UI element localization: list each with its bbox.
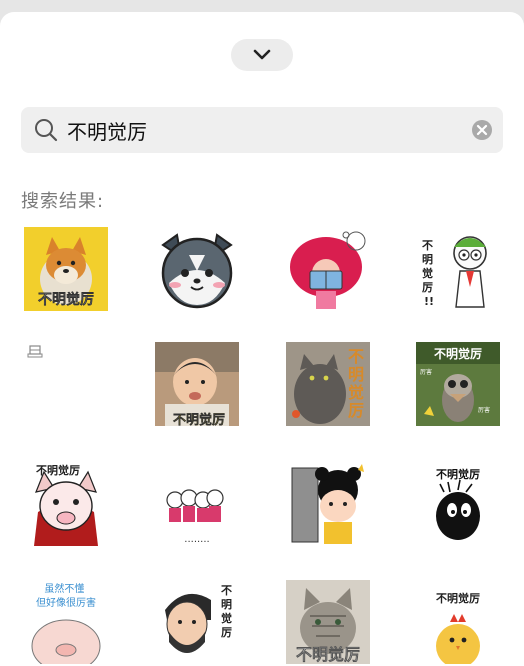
- emoji-search-sheet: 搜索结果: 不明觉厉: [0, 12, 524, 666]
- sticker-caption: 不明觉厉: [38, 291, 94, 308]
- search-icon: [35, 119, 58, 142]
- black-ghost-image: 不明觉厉: [416, 462, 500, 546]
- sticker-tag-left: 厉害: [420, 368, 432, 376]
- sticker-caption: 不明觉厉: [296, 645, 360, 664]
- sticker-tabby-cat[interactable]: 不明觉厉: [286, 580, 370, 664]
- ostrich-photo-image: 不明觉厉 厉害 厉害: [416, 342, 500, 426]
- sticker-child-photo[interactable]: 不明觉厉: [155, 342, 239, 426]
- broken-image-icon: [24, 342, 108, 426]
- cat-photo-image: 不明觉厉: [286, 342, 370, 426]
- sticker-husky-face[interactable]: [155, 227, 239, 311]
- child-photo-image: 不明觉厉: [155, 342, 239, 426]
- sticker-caption: 不明觉厉: [36, 463, 80, 477]
- sticker-pig[interactable]: 虽然不懂 但好像很厉害: [24, 580, 108, 664]
- sticker-tag-right: 厉害: [478, 406, 490, 414]
- sticker-caption: 不明觉厉: [221, 584, 232, 639]
- results-label: 搜索结果:: [21, 191, 105, 212]
- sticker-skeleton-group[interactable]: ........: [155, 462, 239, 546]
- sticker-caption: 不明觉厉: [436, 467, 480, 481]
- pig-image: 虽然不懂 但好像很厉害: [24, 580, 108, 664]
- afro-girl-reading-image: [286, 227, 370, 311]
- clear-icon[interactable]: [471, 119, 493, 141]
- sticker-broken-image[interactable]: [24, 342, 108, 426]
- collapse-button[interactable]: [231, 39, 293, 71]
- sticker-cat-photo[interactable]: 不明觉厉: [286, 342, 370, 426]
- husky-face-image: [155, 227, 239, 311]
- shiba-dog-image: 不明觉厉: [24, 227, 108, 311]
- sticker-cartoon-dog[interactable]: 不明觉厉: [24, 462, 108, 546]
- sticker-afro-girl-reading[interactable]: [286, 227, 370, 311]
- sticker-bearded-man[interactable]: 不明觉厉: [155, 580, 239, 664]
- sticker-caption: 不明觉厉: [436, 591, 480, 605]
- search-bar[interactable]: [21, 107, 503, 153]
- sticker-caption: 不明觉厉!!: [422, 239, 434, 308]
- peeking-girl-image: [286, 462, 370, 546]
- chevron-down-icon: [253, 49, 271, 60]
- skeleton-group-image: ........: [155, 462, 239, 546]
- search-input[interactable]: [67, 113, 457, 147]
- sticker-shiba-dog[interactable]: 不明觉厉: [24, 227, 108, 311]
- sticker-peeking-girl[interactable]: [286, 462, 370, 546]
- sticker-caption: ........: [184, 534, 209, 545]
- tabby-cat-image: 不明觉厉: [286, 580, 370, 664]
- cartoon-dog-image: 不明觉厉: [24, 462, 108, 546]
- chick-image: 不明觉厉: [416, 580, 500, 664]
- sticker-caption: 不明觉厉: [434, 346, 482, 361]
- sticker-ostrich-photo[interactable]: 不明觉厉 厉害 厉害: [416, 342, 500, 426]
- bearded-man-image: 不明觉厉: [155, 580, 239, 664]
- doodle-man-image: 不明觉厉!!: [416, 227, 500, 311]
- sticker-caption: 不明觉厉: [348, 347, 364, 420]
- sticker-doodle-man[interactable]: 不明觉厉!!: [416, 227, 500, 311]
- sticker-caption: 不明觉厉: [173, 412, 225, 426]
- sticker-chick[interactable]: 不明觉厉: [416, 580, 500, 664]
- sticker-black-ghost[interactable]: 不明觉厉: [416, 462, 500, 546]
